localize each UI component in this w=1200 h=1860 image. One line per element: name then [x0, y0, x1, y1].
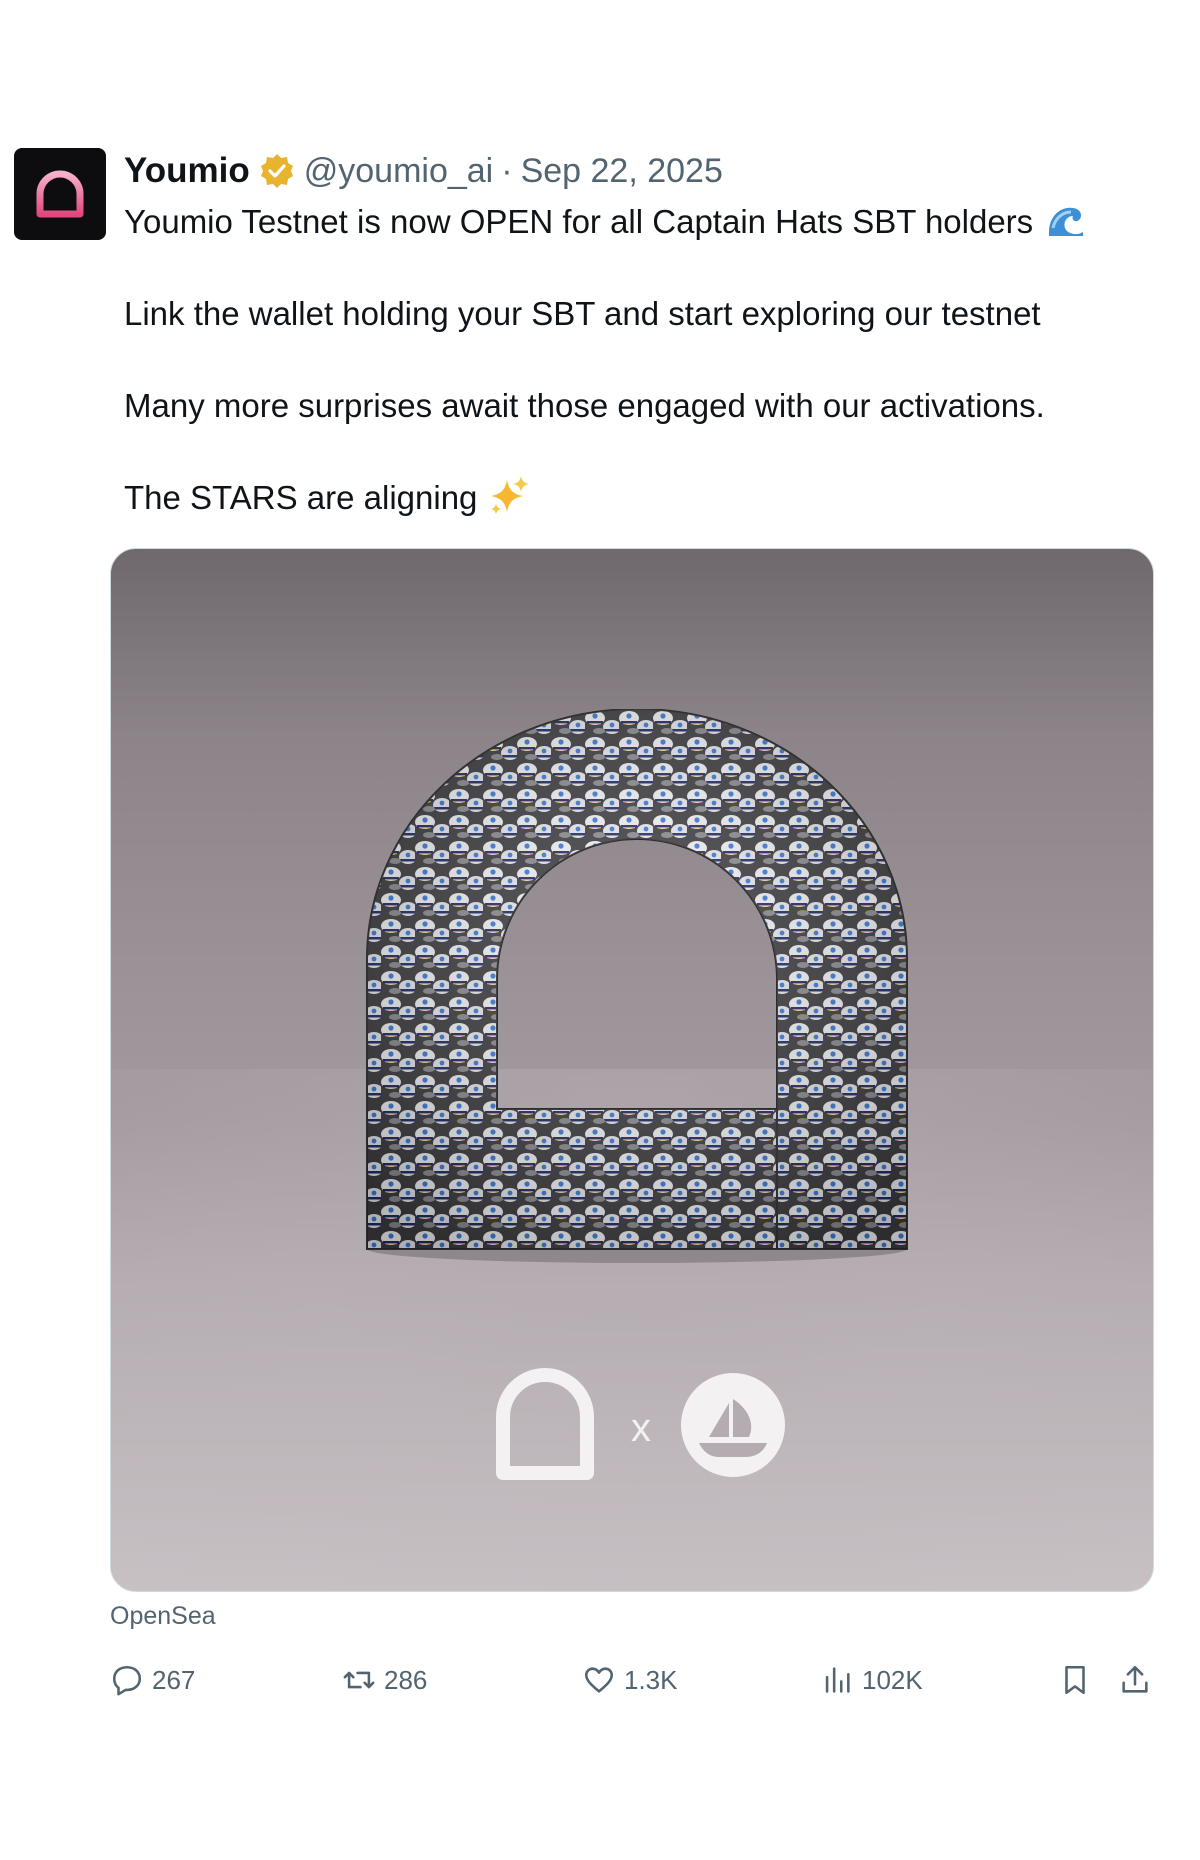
repost-count: 286	[384, 1664, 428, 1695]
youmio-logo-icon	[36, 170, 84, 218]
like-count: 1.3K	[624, 1664, 678, 1695]
tweet-text-line-3: Many more surprises await those engaged …	[124, 387, 1045, 424]
tweet-text-line-4: The STARS are aligning	[124, 476, 531, 522]
tweet-text-1: Youmio Testnet is now OPEN for all Capta…	[124, 203, 1034, 240]
reply-icon	[112, 1665, 142, 1696]
collab-x: x	[631, 1406, 651, 1450]
tweet-text-line-2: Link the wallet holding your SBT and sta…	[124, 295, 1041, 332]
tweet: Youmio @youmio_ai · Sep 22, 2025 Youmio …	[0, 0, 1200, 1860]
share-button[interactable]	[1118, 1660, 1160, 1700]
heart-icon	[584, 1667, 614, 1693]
tweet-media-image[interactable]: x	[110, 548, 1154, 1592]
tweet-header: Youmio @youmio_ai · Sep 22, 2025	[124, 148, 723, 194]
like-button[interactable]: 1.3K	[582, 1660, 678, 1700]
views-button[interactable]: 102K	[820, 1660, 923, 1700]
views-chart-icon	[825, 1667, 850, 1693]
verified-badge-icon[interactable]	[258, 152, 296, 190]
bookmark-icon	[1065, 1665, 1085, 1695]
repost-button[interactable]: 286	[342, 1660, 427, 1700]
views-count: 102K	[862, 1664, 923, 1695]
tweet-text-4: The STARS are aligning	[124, 479, 478, 516]
reply-count: 267	[152, 1664, 196, 1695]
water-wave-emoji-icon	[1043, 198, 1087, 242]
header-separator: ·	[501, 151, 513, 190]
bookmark-button[interactable]	[1058, 1660, 1100, 1700]
avatar[interactable]	[14, 148, 106, 240]
timestamp[interactable]: Sep 22, 2025	[521, 152, 723, 191]
media-source-label[interactable]: OpenSea	[110, 1602, 216, 1631]
reply-button[interactable]: 267	[110, 1660, 195, 1700]
youmio-logo-icon	[496, 1368, 594, 1480]
tweet-text-line-1: Youmio Testnet is now OPEN for all Capta…	[124, 200, 1087, 246]
collab-logos: x	[496, 1368, 785, 1480]
share-icon	[1122, 1665, 1148, 1693]
display-name[interactable]: Youmio	[124, 151, 250, 191]
handle[interactable]: @youmio_ai	[304, 152, 494, 191]
repost-icon	[343, 1671, 375, 1689]
tweet-actions: 267 286 1.3K 102K	[110, 1660, 1170, 1700]
captain-hats-arch-image	[366, 709, 908, 1263]
sparkles-emoji-icon	[487, 474, 531, 518]
